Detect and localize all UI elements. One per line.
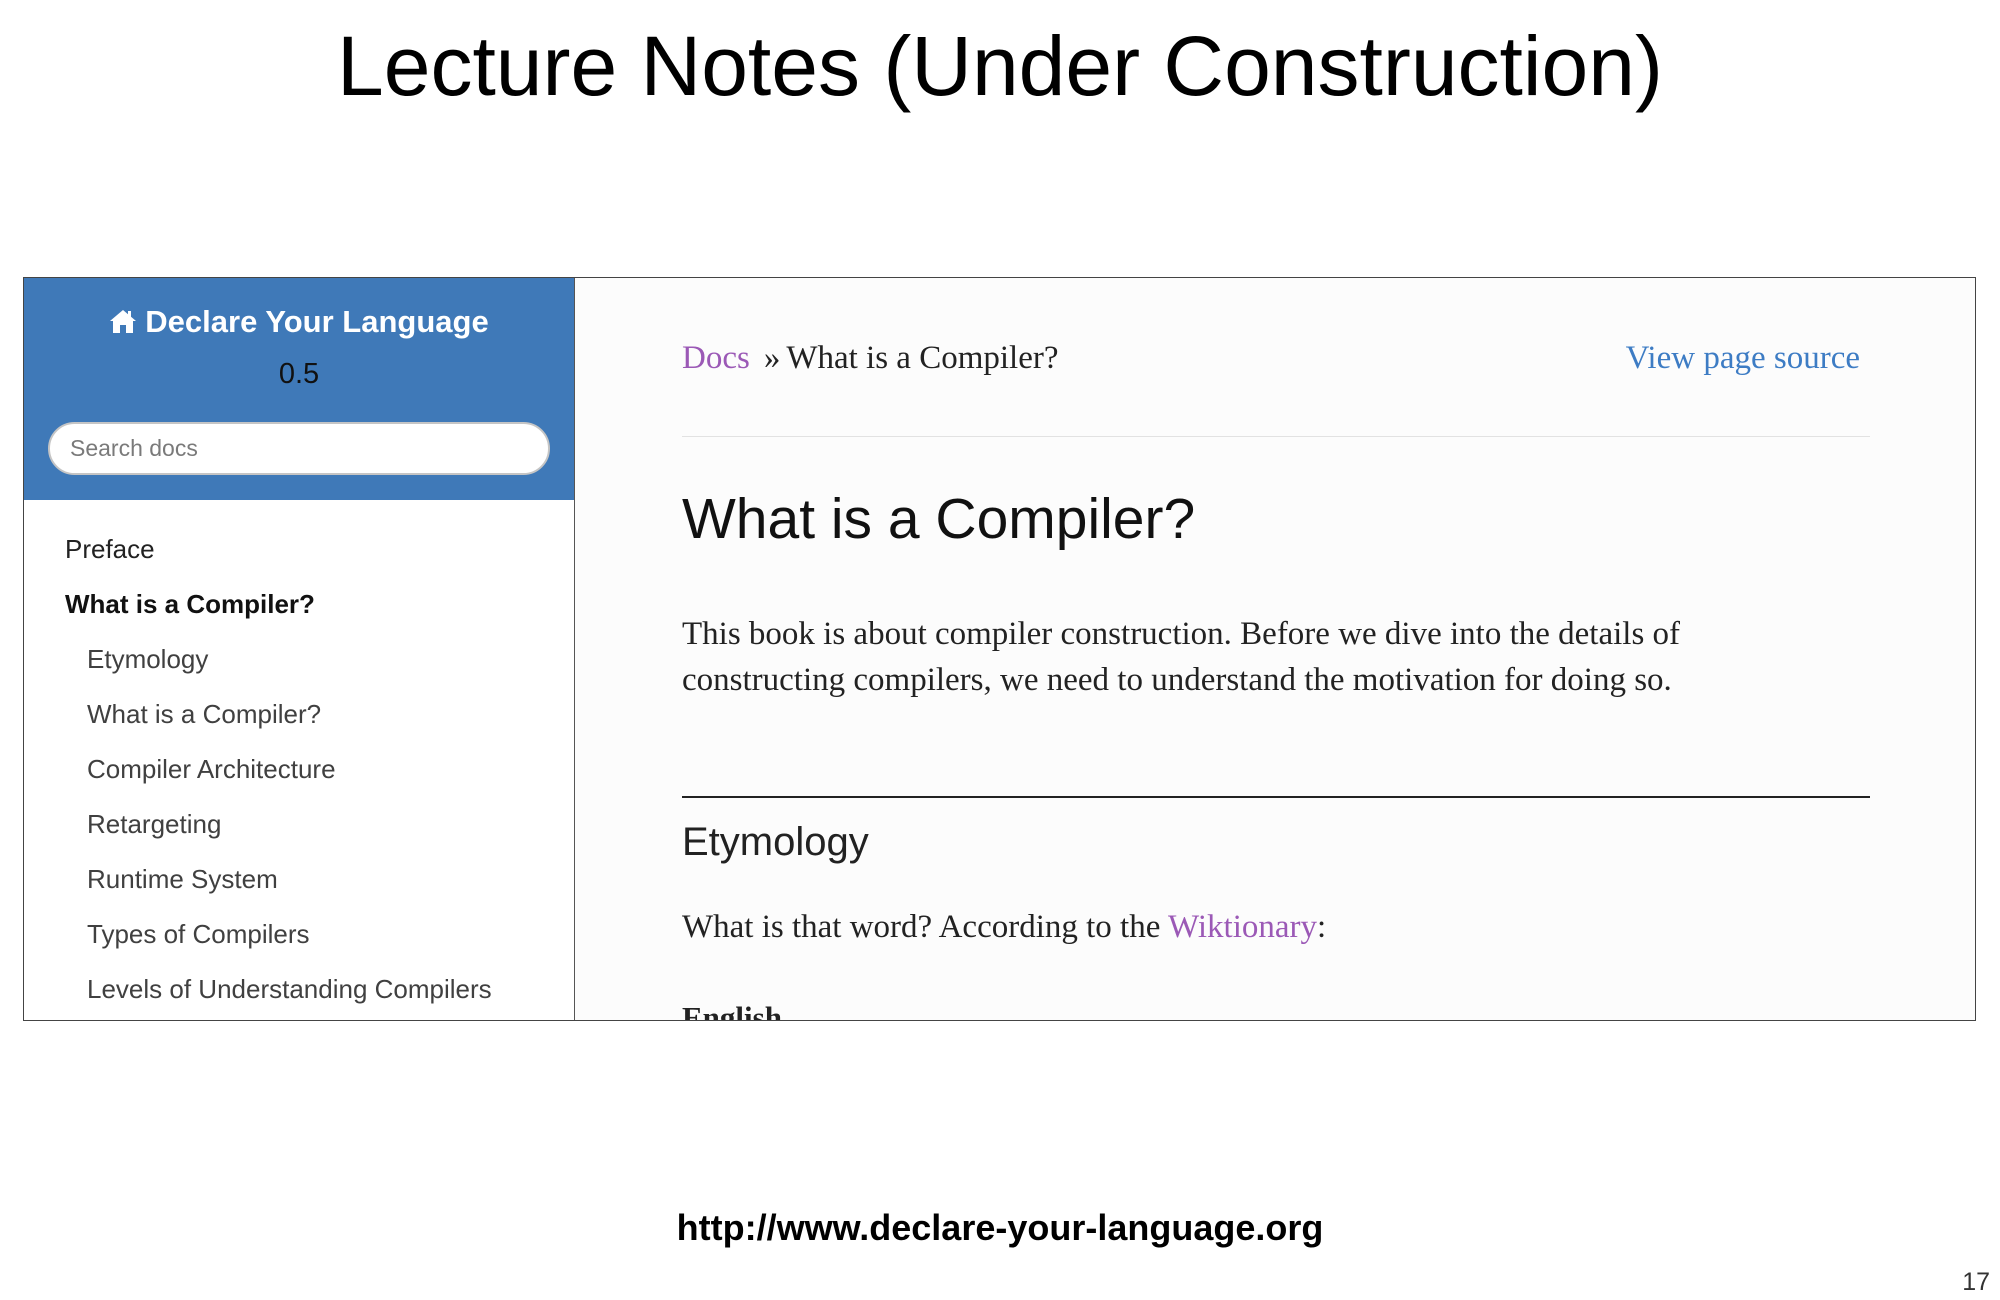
breadcrumb-docs-link[interactable]: Docs (682, 340, 750, 376)
subheading-english: English (682, 1000, 782, 1021)
page-number: 17 (1962, 1268, 1990, 1296)
project-name: Declare Your Language (145, 304, 489, 339)
page-title: What is a Compiler? (682, 487, 1196, 551)
sidebar-item[interactable]: Etymology (24, 632, 574, 687)
website-url: http://www.declare-your-language.org (676, 1207, 1324, 1248)
breadcrumb-current: What is a Compiler? (786, 340, 1059, 376)
breadcrumb-separator: » (763, 340, 781, 376)
main-content: Docs» What is a Compiler? View page sourc… (575, 278, 1975, 1020)
header-divider (682, 436, 1870, 437)
version-label: 0.5 (278, 358, 320, 390)
screenshot-frame: Declare Your Language 0.5 PrefaceWhat is… (23, 277, 1976, 1021)
sidebar-nav: Preface What is a Compiler? Etymology What … (24, 522, 574, 1017)
sidebar-item[interactable]: What is a Compiler? (24, 577, 574, 632)
sidebar-item[interactable]: What is a Compiler? (24, 687, 574, 742)
sidebar-item[interactable]: Runtime System (24, 852, 574, 907)
search-input[interactable] (48, 422, 550, 475)
intro-paragraph: This book is about compiler construction… (682, 616, 1681, 698)
sidebar-item[interactable]: Types of Compilers (24, 907, 574, 962)
slide-title: Lecture Notes (Under Construction) (337, 19, 1663, 113)
section-divider (682, 796, 1870, 798)
sidebar-item[interactable]: Retargeting (24, 797, 574, 852)
section-text-colon: : (1317, 909, 1327, 945)
section-text: What is that word? According to the (682, 909, 1169, 945)
sidebar: Declare Your Language 0.5 PrefaceWhat is… (24, 278, 575, 1020)
section-paragraph: What is that word? According to the Wikt… (682, 904, 1326, 950)
sidebar-header: Declare Your Language 0.5 (24, 278, 574, 500)
home-icon (110, 310, 137, 333)
sidebar-item[interactable]: Compiler Architecture (24, 742, 574, 797)
project-link[interactable]: Declare Your Language (24, 300, 574, 344)
sidebar-item[interactable]: Preface (24, 522, 574, 577)
section-heading: Etymology (682, 820, 869, 864)
breadcrumb: Docs » What is a Compiler? (682, 336, 1059, 380)
wiktionary-link[interactable]: Wiktionary (1168, 909, 1317, 945)
view-page-source-link[interactable]: View page source (1626, 336, 1860, 380)
sidebar-item[interactable]: Levels of Understanding Compilers (24, 962, 574, 1017)
